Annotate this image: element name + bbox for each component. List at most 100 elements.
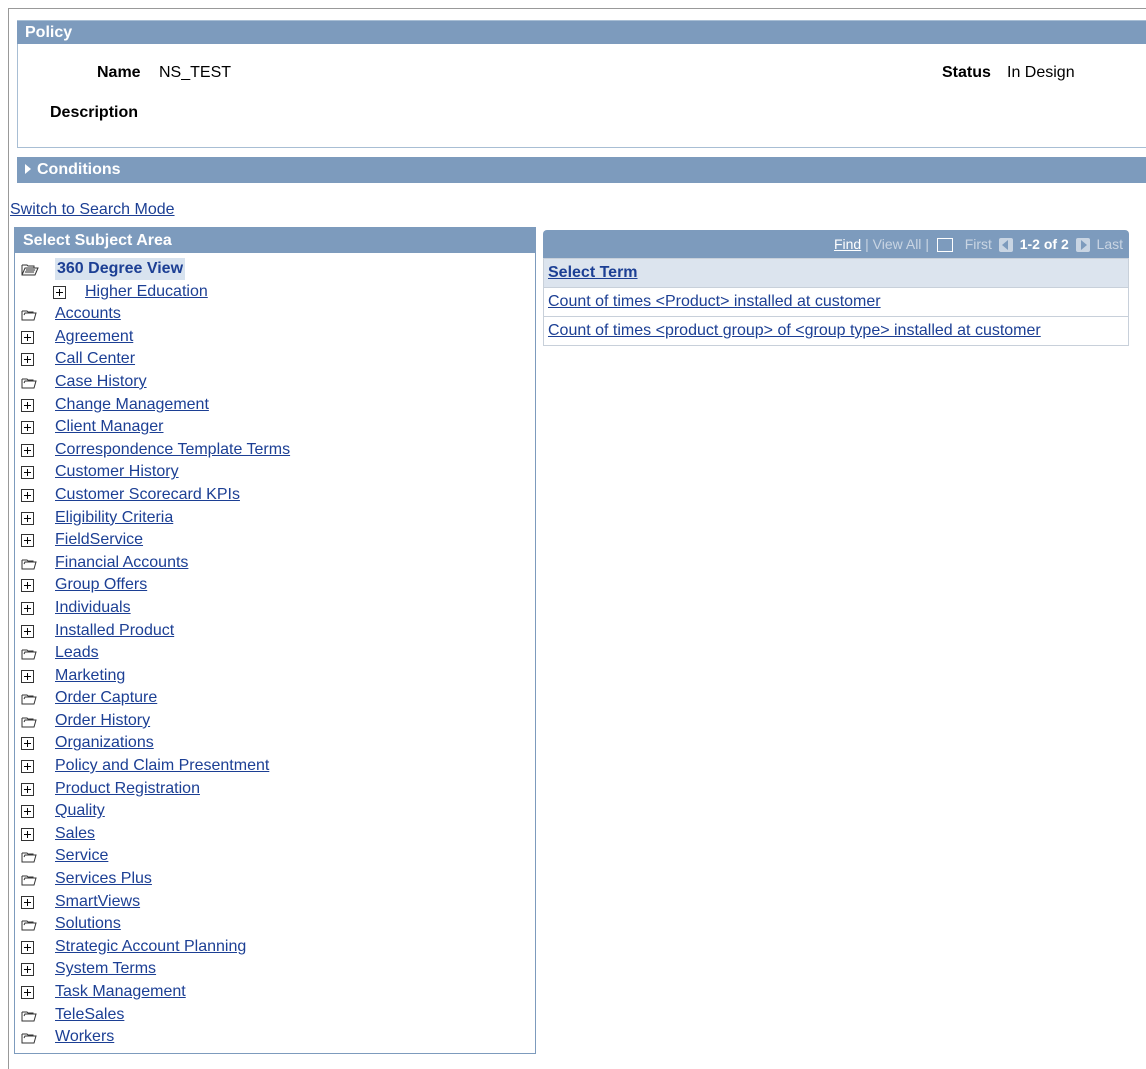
expand-plus-icon[interactable] xyxy=(21,579,34,593)
expand-plus-icon[interactable] xyxy=(21,488,34,502)
tree-item-label[interactable]: TeleSales xyxy=(55,1004,124,1026)
tree-item[interactable]: Customer History xyxy=(15,461,535,484)
tree-item[interactable]: 360 Degree View xyxy=(15,258,535,281)
tree-item[interactable]: Solutions xyxy=(15,913,535,936)
expand-plus-icon[interactable] xyxy=(21,511,34,525)
tree-item-label[interactable]: Change Management xyxy=(55,394,209,416)
tree-item[interactable]: Order Capture xyxy=(15,687,535,710)
expand-plus-icon[interactable] xyxy=(21,624,34,638)
tree-item[interactable]: Leads xyxy=(15,642,535,665)
tree-item-label[interactable]: Policy and Claim Presentment xyxy=(55,755,269,777)
tree-item[interactable]: Strategic Account Planning xyxy=(15,936,535,959)
tree-item-label[interactable]: Order Capture xyxy=(55,687,157,709)
expand-plus-icon[interactable] xyxy=(21,827,34,841)
tree-item[interactable]: Workers xyxy=(15,1026,535,1049)
tree-item[interactable]: Policy and Claim Presentment xyxy=(15,755,535,778)
expand-plus-icon[interactable] xyxy=(21,466,34,480)
tree-item[interactable]: Quality xyxy=(15,800,535,823)
tree-item[interactable]: Client Manager xyxy=(15,416,535,439)
tree-item-label[interactable]: Quality xyxy=(55,800,105,822)
tree-item[interactable]: Individuals xyxy=(15,597,535,620)
tree-item-label[interactable]: Service xyxy=(55,845,108,867)
expand-plus-icon[interactable] xyxy=(21,805,34,819)
tree-item-label[interactable]: Correspondence Template Terms xyxy=(55,439,290,461)
tree-item-label[interactable]: Call Center xyxy=(55,348,135,370)
switch-to-search-mode-link[interactable]: Switch to Search Mode xyxy=(10,201,175,219)
tree-item[interactable]: Call Center xyxy=(15,348,535,371)
expand-plus-icon[interactable] xyxy=(21,421,34,435)
tree-item[interactable]: FieldService xyxy=(15,529,535,552)
expand-plus-icon[interactable] xyxy=(21,986,34,999)
expand-plus-icon[interactable] xyxy=(21,782,34,796)
tree-item[interactable]: Case History xyxy=(15,371,535,394)
tree-item[interactable]: System Terms xyxy=(15,958,535,981)
tree-item-label[interactable]: Leads xyxy=(55,642,99,664)
tree-item[interactable]: Accounts xyxy=(15,303,535,326)
tree-item[interactable]: TeleSales xyxy=(15,1004,535,1027)
tree-item-label[interactable]: Accounts xyxy=(55,303,121,325)
tree-item-label[interactable]: Task Management xyxy=(55,981,186,1003)
tree-item[interactable]: Customer Scorecard KPIs xyxy=(15,484,535,507)
tree-item[interactable]: Installed Product xyxy=(15,620,535,643)
tree-item[interactable]: Eligibility Criteria xyxy=(15,507,535,530)
zoom-grid-icon[interactable] xyxy=(936,238,953,253)
term-link[interactable]: Count of times <Product> installed at cu… xyxy=(548,293,881,310)
tree-item[interactable]: Agreement xyxy=(15,326,535,349)
tree-item-label[interactable]: Marketing xyxy=(55,665,125,687)
tree-item-label[interactable]: SmartViews xyxy=(55,891,140,913)
tree-item-label[interactable]: System Terms xyxy=(55,958,156,980)
tree-item[interactable]: Sales xyxy=(15,823,535,846)
tree-item-label[interactable]: Workers xyxy=(55,1026,114,1048)
tree-item-label[interactable]: Group Offers xyxy=(55,574,147,596)
tree-item[interactable]: Organizations xyxy=(15,732,535,755)
tree-item-label[interactable]: Eligibility Criteria xyxy=(55,507,173,529)
expand-plus-icon[interactable] xyxy=(21,534,34,548)
tree-item-label[interactable]: 360 Degree View xyxy=(55,258,186,280)
tree-item[interactable]: Order History xyxy=(15,710,535,733)
tree-item[interactable]: Product Registration xyxy=(15,778,535,801)
find-link[interactable]: Find xyxy=(834,236,861,252)
tree-item-label[interactable]: Customer Scorecard KPIs xyxy=(55,484,240,506)
tree-item-label[interactable]: Strategic Account Planning xyxy=(55,936,246,958)
term-link[interactable]: Count of times <product group> of <group… xyxy=(548,322,1041,339)
expand-plus-icon[interactable] xyxy=(21,330,34,344)
tree-item[interactable]: Services Plus xyxy=(15,868,535,891)
tree-item[interactable]: Marketing xyxy=(15,665,535,688)
conditions-header[interactable]: Conditions xyxy=(17,157,1146,183)
tree-item-label[interactable]: Client Manager xyxy=(55,416,164,438)
expand-plus-icon[interactable] xyxy=(21,601,34,615)
tree-item-label[interactable]: Solutions xyxy=(55,913,121,935)
expand-plus-icon[interactable] xyxy=(21,669,34,683)
tree-item-label[interactable]: FieldService xyxy=(55,529,143,551)
expand-plus-icon[interactable] xyxy=(21,353,34,367)
expand-plus-icon[interactable] xyxy=(21,895,34,909)
expand-plus-icon[interactable] xyxy=(21,398,34,412)
expand-plus-icon[interactable] xyxy=(21,760,34,774)
tree-item[interactable]: Change Management xyxy=(15,394,535,417)
tree-item-label[interactable]: Product Registration xyxy=(55,778,200,800)
tree-item-label[interactable]: Order History xyxy=(55,710,150,732)
tree-item[interactable]: Group Offers xyxy=(15,574,535,597)
tree-item-label[interactable]: Organizations xyxy=(55,732,154,754)
expand-plus-icon[interactable] xyxy=(53,285,66,299)
tree-item-label[interactable]: Higher Education xyxy=(85,281,208,303)
expand-plus-icon[interactable] xyxy=(21,940,34,954)
tree-item-label[interactable]: Installed Product xyxy=(55,620,174,642)
tree-item-label[interactable]: Agreement xyxy=(55,326,133,348)
expand-plus-icon[interactable] xyxy=(21,737,34,751)
tree-item[interactable]: Task Management xyxy=(15,981,535,1004)
expand-plus-icon[interactable] xyxy=(21,963,34,977)
tree-item[interactable]: Correspondence Template Terms xyxy=(15,439,535,462)
tree-item[interactable]: Higher Education xyxy=(15,281,535,304)
select-term-column-header[interactable]: Select Term xyxy=(543,258,1129,288)
tree-item-label[interactable]: Financial Accounts xyxy=(55,552,188,574)
tree-item[interactable]: Financial Accounts xyxy=(15,552,535,575)
tree-item-label[interactable]: Customer History xyxy=(55,461,179,483)
tree-item-label[interactable]: Services Plus xyxy=(55,868,152,890)
tree-item[interactable]: Service xyxy=(15,845,535,868)
tree-item-label[interactable]: Individuals xyxy=(55,597,131,619)
tree-item-label[interactable]: Sales xyxy=(55,823,95,845)
tree-item-label[interactable]: Case History xyxy=(55,371,147,393)
tree-item[interactable]: SmartViews xyxy=(15,891,535,914)
expand-plus-icon[interactable] xyxy=(21,443,34,457)
